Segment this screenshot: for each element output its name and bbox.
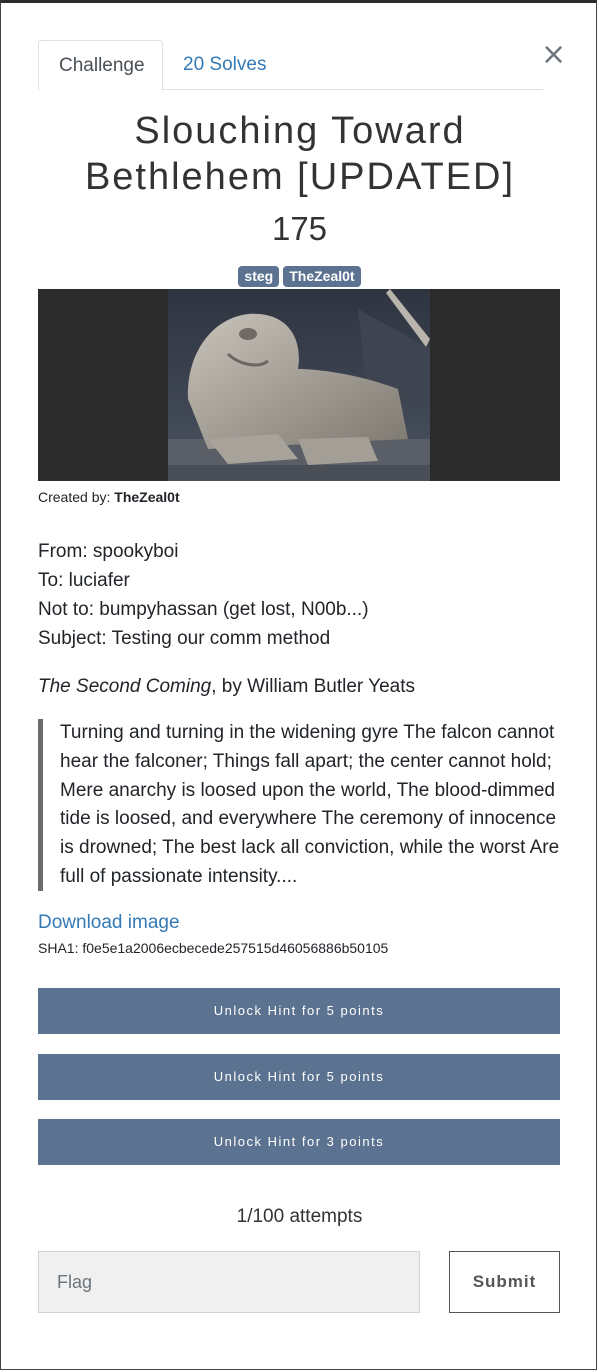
poem-author: , by William Butler Yeats (211, 676, 416, 697)
description-line: From: spookyboi (38, 541, 179, 562)
description-line: Not to: bumpyhassan (get lost, N00b...) (38, 599, 369, 620)
title-line-2: Bethlehem [UPDATED] (84, 156, 516, 198)
attempts-counter: 1/100 attempts (236, 1206, 363, 1227)
description-line: To: luciafer (38, 570, 130, 591)
download-image-link[interactable]: Download image (38, 912, 180, 934)
tab-bar: Challenge 20 Solves (38, 40, 543, 91)
created-by: Created by: TheZeal0t (38, 489, 180, 505)
challenge-image-frame (38, 289, 560, 481)
poem-attribution: The Second Coming, by William Butler Yea… (38, 672, 415, 701)
poem-title: The Second Coming (38, 676, 212, 697)
tab-challenge[interactable]: Challenge (38, 40, 163, 91)
submit-button[interactable]: Submit (449, 1251, 560, 1313)
poem-blockquote: Turning and turning in the widening gyre… (38, 719, 560, 891)
title-line-1: Slouching Toward (134, 110, 466, 152)
tag-list: steg TheZeal0t (0, 266, 599, 287)
unlock-hint-button[interactable]: Unlock Hint for 5 points (38, 1054, 560, 1100)
challenge-description: From: spookyboi To: luciafer Not to: bum… (38, 537, 560, 653)
close-icon[interactable]: × (541, 40, 566, 70)
created-by-label: Created by: (38, 489, 111, 505)
tag-badge: steg (238, 266, 280, 287)
unlock-hint-button[interactable]: Unlock Hint for 3 points (38, 1119, 560, 1165)
tab-solves[interactable]: 20 Solves (163, 40, 286, 90)
sha1-hash: SHA1: f0e5e1a2006ecbecede257515d46056886… (38, 940, 389, 956)
tag-badge: TheZeal0t (283, 266, 361, 287)
flag-input[interactable] (38, 1251, 420, 1313)
challenge-title: Slouching Toward Bethlehem [UPDATED] (40, 108, 560, 200)
challenge-points: 175 (271, 210, 328, 247)
author-name: TheZeal0t (114, 489, 180, 505)
description-line: Subject: Testing our comm method (38, 628, 331, 649)
unlock-hint-button[interactable]: Unlock Hint for 5 points (38, 988, 560, 1034)
sphinx-image (168, 289, 430, 481)
